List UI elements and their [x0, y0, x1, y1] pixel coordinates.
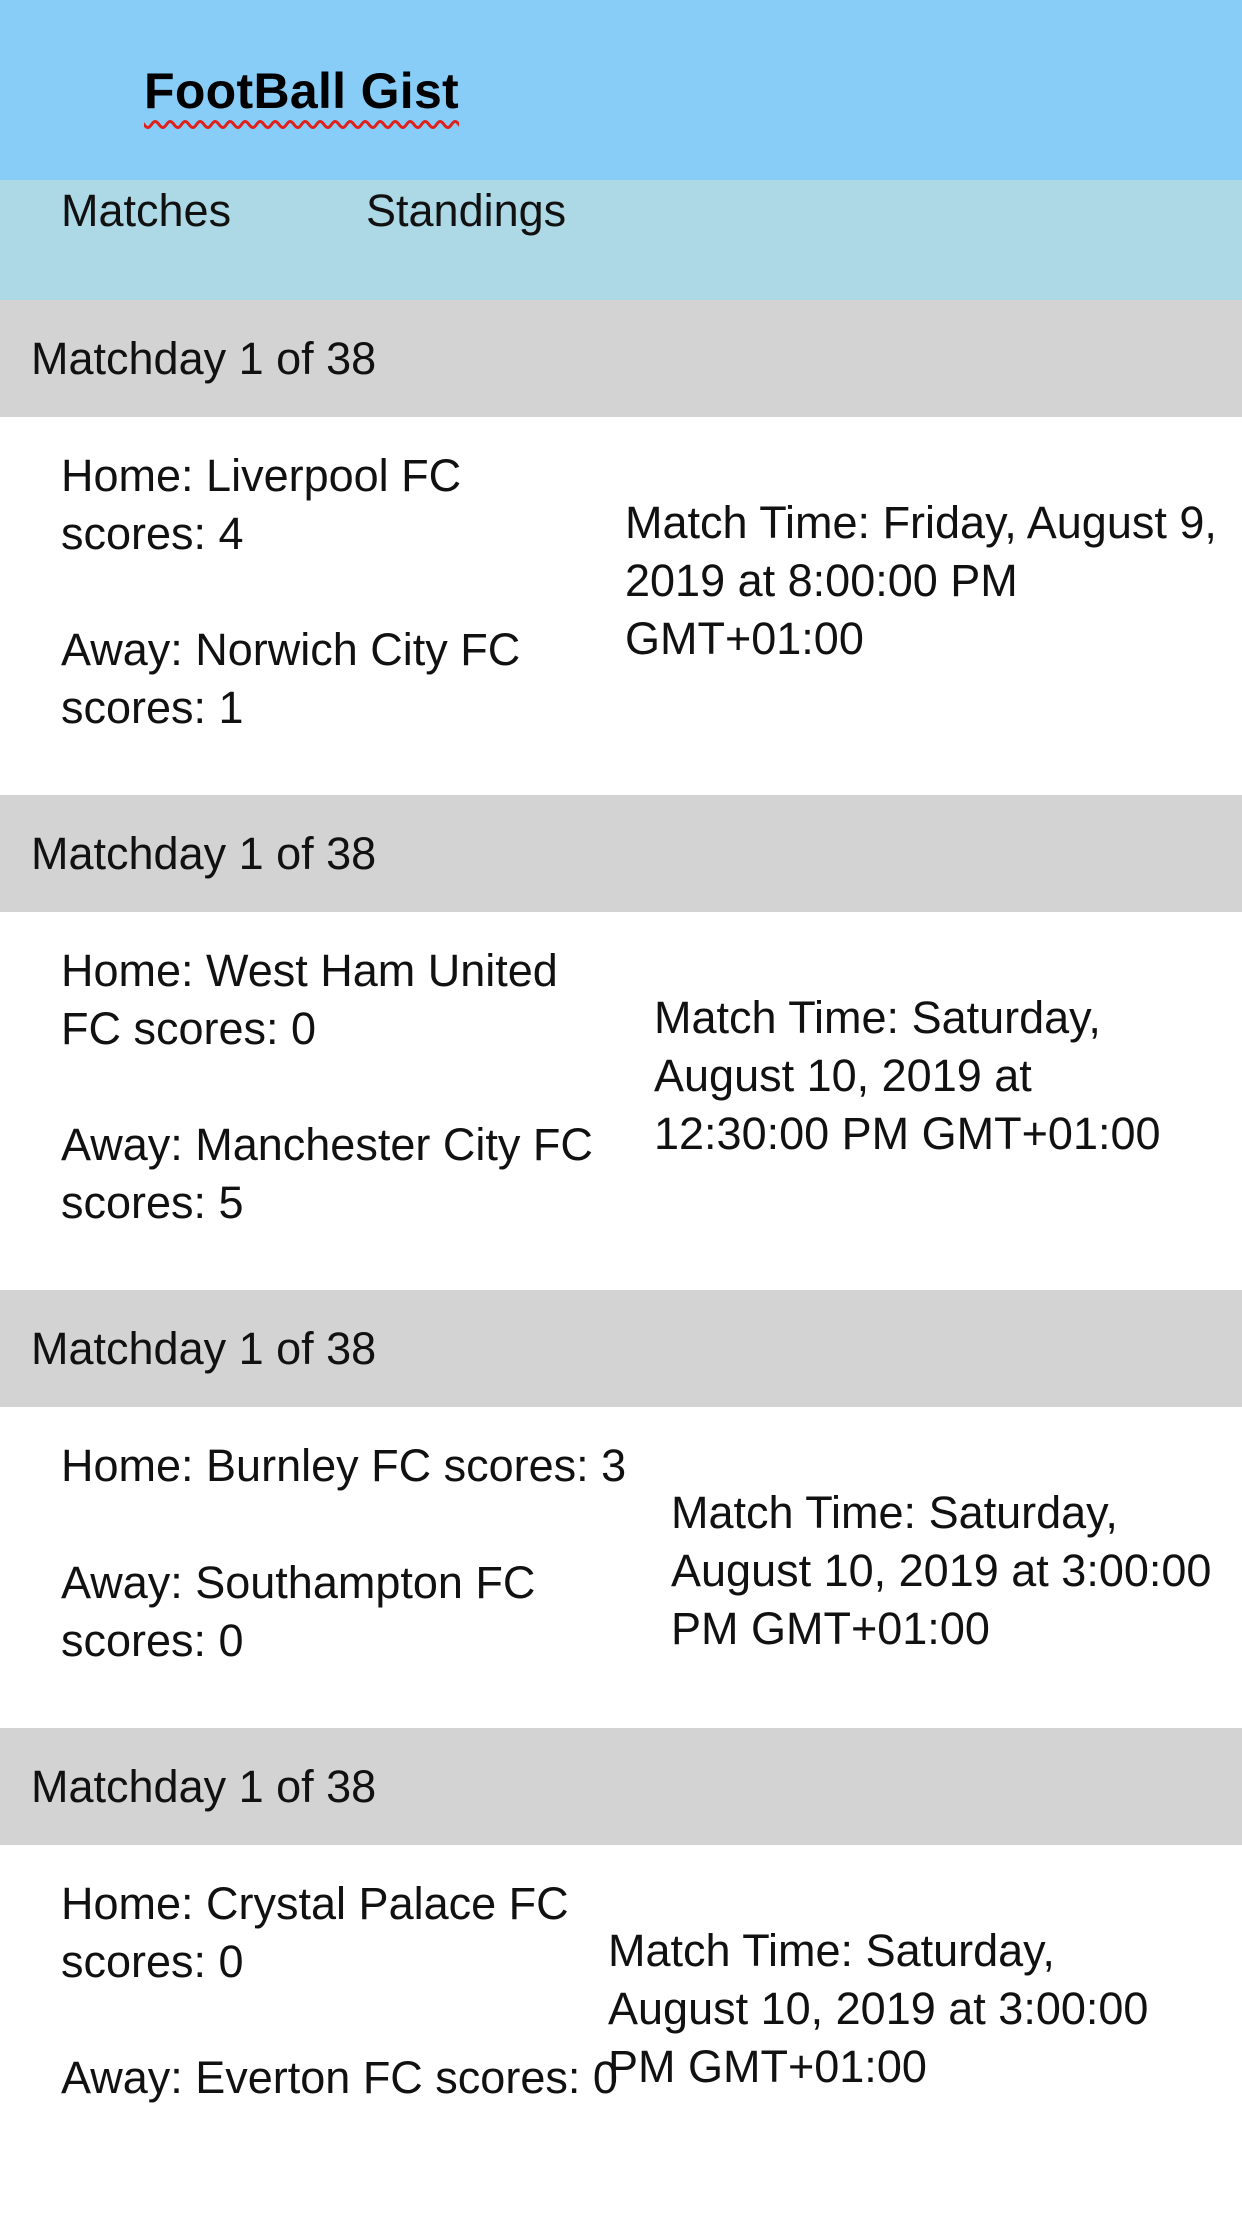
match-card: Home: Crystal Palace FC scores: 0 Away: … [0, 1845, 1242, 2223]
match-time: Match Time: Saturday, August 10, 2019 at… [671, 1487, 1212, 1654]
nav-link-matches[interactable]: Matches [61, 180, 231, 242]
home-team-score: Home: Crystal Palace FC scores: 0 [61, 1878, 569, 1987]
matchday-header: Matchday 1 of 38 [0, 795, 1242, 912]
match-time: Match Time: Friday, August 9, 2019 at 8:… [625, 497, 1217, 664]
matchday-label: Matchday 1 of 38 [31, 332, 377, 384]
matchday-label: Matchday 1 of 38 [31, 1322, 377, 1374]
app-header: FootBall Gist [0, 0, 1242, 180]
matchday-header: Matchday 1 of 38 [0, 300, 1242, 417]
match-time: Match Time: Saturday, August 10, 2019 at… [654, 992, 1161, 1159]
matchday-header: Matchday 1 of 38 [0, 1728, 1242, 1845]
away-team-score: Away: Norwich City FC scores: 1 [61, 624, 521, 733]
matchday-label: Matchday 1 of 38 [31, 827, 377, 879]
home-team-score: Home: Burnley FC scores: 3 [61, 1440, 627, 1491]
away-team-score: Away: Manchester City FC scores: 5 [61, 1119, 593, 1228]
home-team-score: Home: Liverpool FC scores: 4 [61, 450, 462, 559]
match-card: Home: West Ham United FC scores: 0 Away:… [0, 912, 1242, 1290]
match-time: Match Time: Saturday, August 10, 2019 at… [608, 1925, 1149, 2092]
away-team-score: Away: Everton FC scores: 0 [61, 2052, 618, 2103]
matchday-label: Matchday 1 of 38 [31, 1760, 377, 1812]
app-title: FootBall Gist [144, 63, 460, 119]
matchday-header: Matchday 1 of 38 [0, 1290, 1242, 1407]
away-team-score: Away: Southampton FC scores: 0 [61, 1557, 536, 1666]
nav-link-standings[interactable]: Standings [366, 180, 566, 242]
home-team-score: Home: West Ham United FC scores: 0 [61, 945, 558, 1054]
match-card: Home: Liverpool FC scores: 4 Away: Norwi… [0, 417, 1242, 795]
